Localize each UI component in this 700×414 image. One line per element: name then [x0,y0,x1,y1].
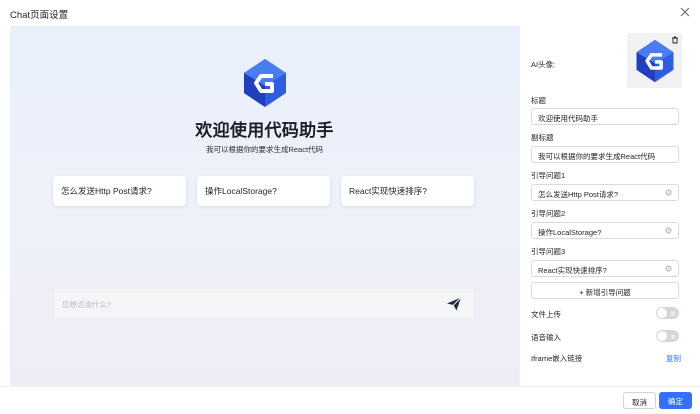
subtitle-field[interactable]: 我可以根据你的要求生成React代码 [531,146,679,163]
toggle-state-text: 关 [669,335,676,341]
panel-divider [519,26,520,386]
voice-input-toggle[interactable]: 关 [656,330,679,342]
clear-icon[interactable] [665,189,672,196]
clear-icon[interactable] [665,227,672,234]
cancel-button[interactable]: 取消 [623,392,656,409]
close-icon[interactable] [679,6,691,18]
settings-panel: AI头像: 标题 欢迎使用代码助手 副标题 我可以根据你的要求生成React代码… [531,26,689,386]
guide-label-3: 引导问题3 [531,247,566,256]
add-guide-button[interactable]: + 新增引导问题 [531,282,679,299]
chat-input[interactable]: 您想咨询什么? [53,288,475,319]
clear-icon[interactable] [665,265,672,272]
suggestion-card-2[interactable]: 操作LocalStorage? [197,176,330,206]
logo-icon [244,59,286,107]
file-upload-label: 文件上传 [531,310,561,319]
guide-field-3[interactable]: React实现快速排序? [531,260,679,277]
voice-input-label: 语音输入 [531,333,561,342]
iframe-label: Iframe嵌入链接 [531,354,583,363]
file-upload-toggle[interactable]: 关 [656,307,679,319]
toggle-knob [657,331,667,341]
trash-icon[interactable] [671,36,679,44]
guide-label-2: 引导问题2 [531,209,566,218]
guide-label-1: 引导问题1 [531,171,566,180]
guide-value-3: React实现快速排序? [538,266,607,275]
welcome-subtitle: 我可以根据你的要求生成React代码 [205,145,324,154]
guide-field-2[interactable]: 操作LocalStorage? [531,222,679,239]
guide-value-2: 操作LocalStorage? [538,228,602,237]
subtitle-label: 副标题 [531,133,554,142]
send-icon[interactable] [446,296,462,312]
guide-field-1[interactable]: 怎么发送Http Post请求? [531,184,679,201]
avatar-upload[interactable] [627,33,682,88]
toggle-knob [657,308,667,318]
toggle-state-text: 关 [669,312,676,318]
suggestion-card-3[interactable]: React实现快速排序? [341,176,474,206]
copy-link[interactable]: 复制 [666,353,681,364]
footer-divider [0,386,700,387]
chat-input-placeholder: 您想咨询什么? [62,300,112,309]
dialog-header: Chat页面设置 [0,0,700,26]
welcome-title: 欢迎使用代码助手 [195,121,334,140]
avatar-label: AI头像: [531,60,556,69]
dialog-title: Chat页面设置 [10,10,69,21]
guide-value-1: 怎么发送Http Post请求? [538,190,619,199]
confirm-button[interactable]: 确定 [659,392,692,409]
title-label: 标题 [531,96,546,105]
chat-preview: 欢迎使用代码助手 我可以根据你的要求生成React代码 怎么发送Http Pos… [10,26,519,386]
title-field[interactable]: 欢迎使用代码助手 [531,108,679,125]
avatar-logo-icon [636,39,674,83]
suggestion-card-1[interactable]: 怎么发送Http Post请求? [53,176,186,206]
